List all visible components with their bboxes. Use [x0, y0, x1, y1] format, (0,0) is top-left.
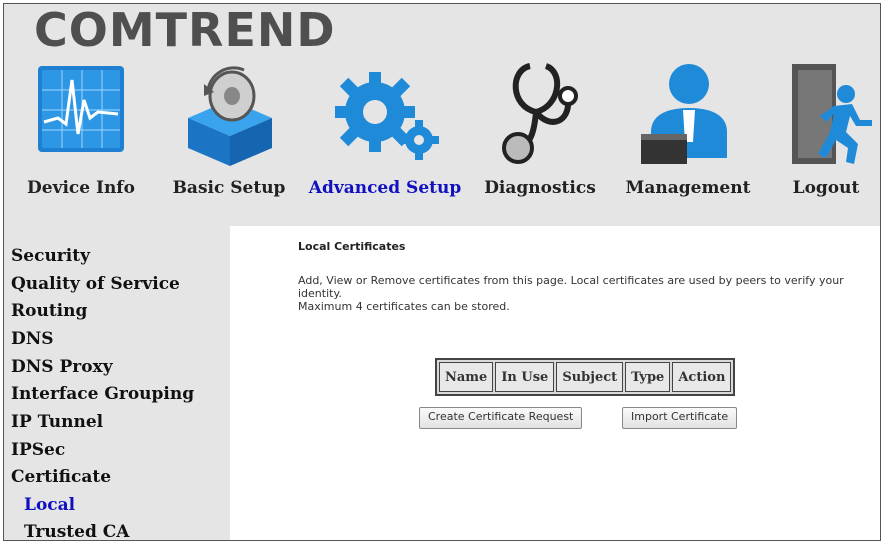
sidebar-item-routing[interactable]: Routing: [11, 301, 87, 321]
nav-device-info-label: Device Info: [27, 178, 135, 198]
advanced-setup-icon: [335, 72, 439, 160]
column-in-use: In Use: [495, 362, 555, 392]
page-description: Add, View or Remove certificates from th…: [298, 274, 876, 313]
nav-logout[interactable]: Logout: [776, 60, 876, 210]
sidebar-item-dns[interactable]: DNS: [11, 329, 54, 349]
nav-diagnostics-label: Diagnostics: [484, 178, 596, 198]
sidebar-item-dns-proxy[interactable]: DNS Proxy: [11, 357, 113, 377]
nav-device-info[interactable]: Device Info: [16, 60, 146, 210]
description-line-2: Maximum 4 certificates can be stored.: [298, 300, 510, 313]
sidebar-item-trusted-ca[interactable]: Trusted CA: [24, 522, 130, 540]
nav-advanced-setup[interactable]: Advanced Setup: [302, 60, 468, 210]
sidebar-item-security[interactable]: Security: [11, 246, 90, 266]
sidebar-item-ip-tunnel[interactable]: IP Tunnel: [11, 412, 103, 432]
nav-management[interactable]: Management: [618, 60, 758, 210]
diagnostics-icon: [502, 63, 578, 164]
nav-diagnostics[interactable]: Diagnostics: [478, 60, 602, 210]
column-type: Type: [625, 362, 671, 392]
comtrend-logo: COMTREND: [34, 3, 336, 57]
import-certificate-button[interactable]: Import Certificate: [622, 407, 738, 429]
nav-basic-setup-label: Basic Setup: [172, 178, 286, 198]
sidebar-menu: Security Quality of Service Routing DNS …: [4, 230, 230, 540]
page-title: Local Certificates: [298, 240, 406, 253]
sidebar-item-interface-grouping[interactable]: Interface Grouping: [11, 384, 194, 404]
logout-icon: [792, 64, 872, 164]
column-action: Action: [672, 362, 732, 392]
description-line-1: Add, View or Remove certificates from th…: [298, 274, 844, 300]
nav-management-label: Management: [625, 178, 751, 198]
basic-setup-icon: [188, 66, 272, 166]
create-certificate-request-button[interactable]: Create Certificate Request: [419, 407, 583, 429]
management-icon: [641, 64, 727, 164]
sidebar-item-certificate[interactable]: Certificate: [11, 467, 111, 487]
certificates-table: Name In Use Subject Type Action: [435, 358, 736, 396]
main-content: Local Certificates Add, View or Remove c…: [230, 226, 880, 540]
nav-basic-setup[interactable]: Basic Setup: [164, 60, 294, 210]
device-info-icon: [38, 66, 124, 152]
column-subject: Subject: [556, 362, 624, 392]
nav-advanced-setup-label: Advanced Setup: [308, 178, 462, 198]
table-header-row: Name In Use Subject Type Action: [439, 362, 732, 392]
sidebar-item-ipsec[interactable]: IPSec: [11, 440, 65, 460]
top-navigation: Device Info Basic Setup Advanced Setup D…: [4, 60, 880, 210]
nav-logout-label: Logout: [792, 178, 860, 198]
sidebar-item-quality-of-service[interactable]: Quality of Service: [11, 274, 180, 294]
sidebar-item-local[interactable]: Local: [24, 495, 75, 515]
column-name: Name: [439, 362, 494, 392]
router-admin-window: COMTREND Device Info Basic Setup Advance…: [3, 3, 881, 541]
